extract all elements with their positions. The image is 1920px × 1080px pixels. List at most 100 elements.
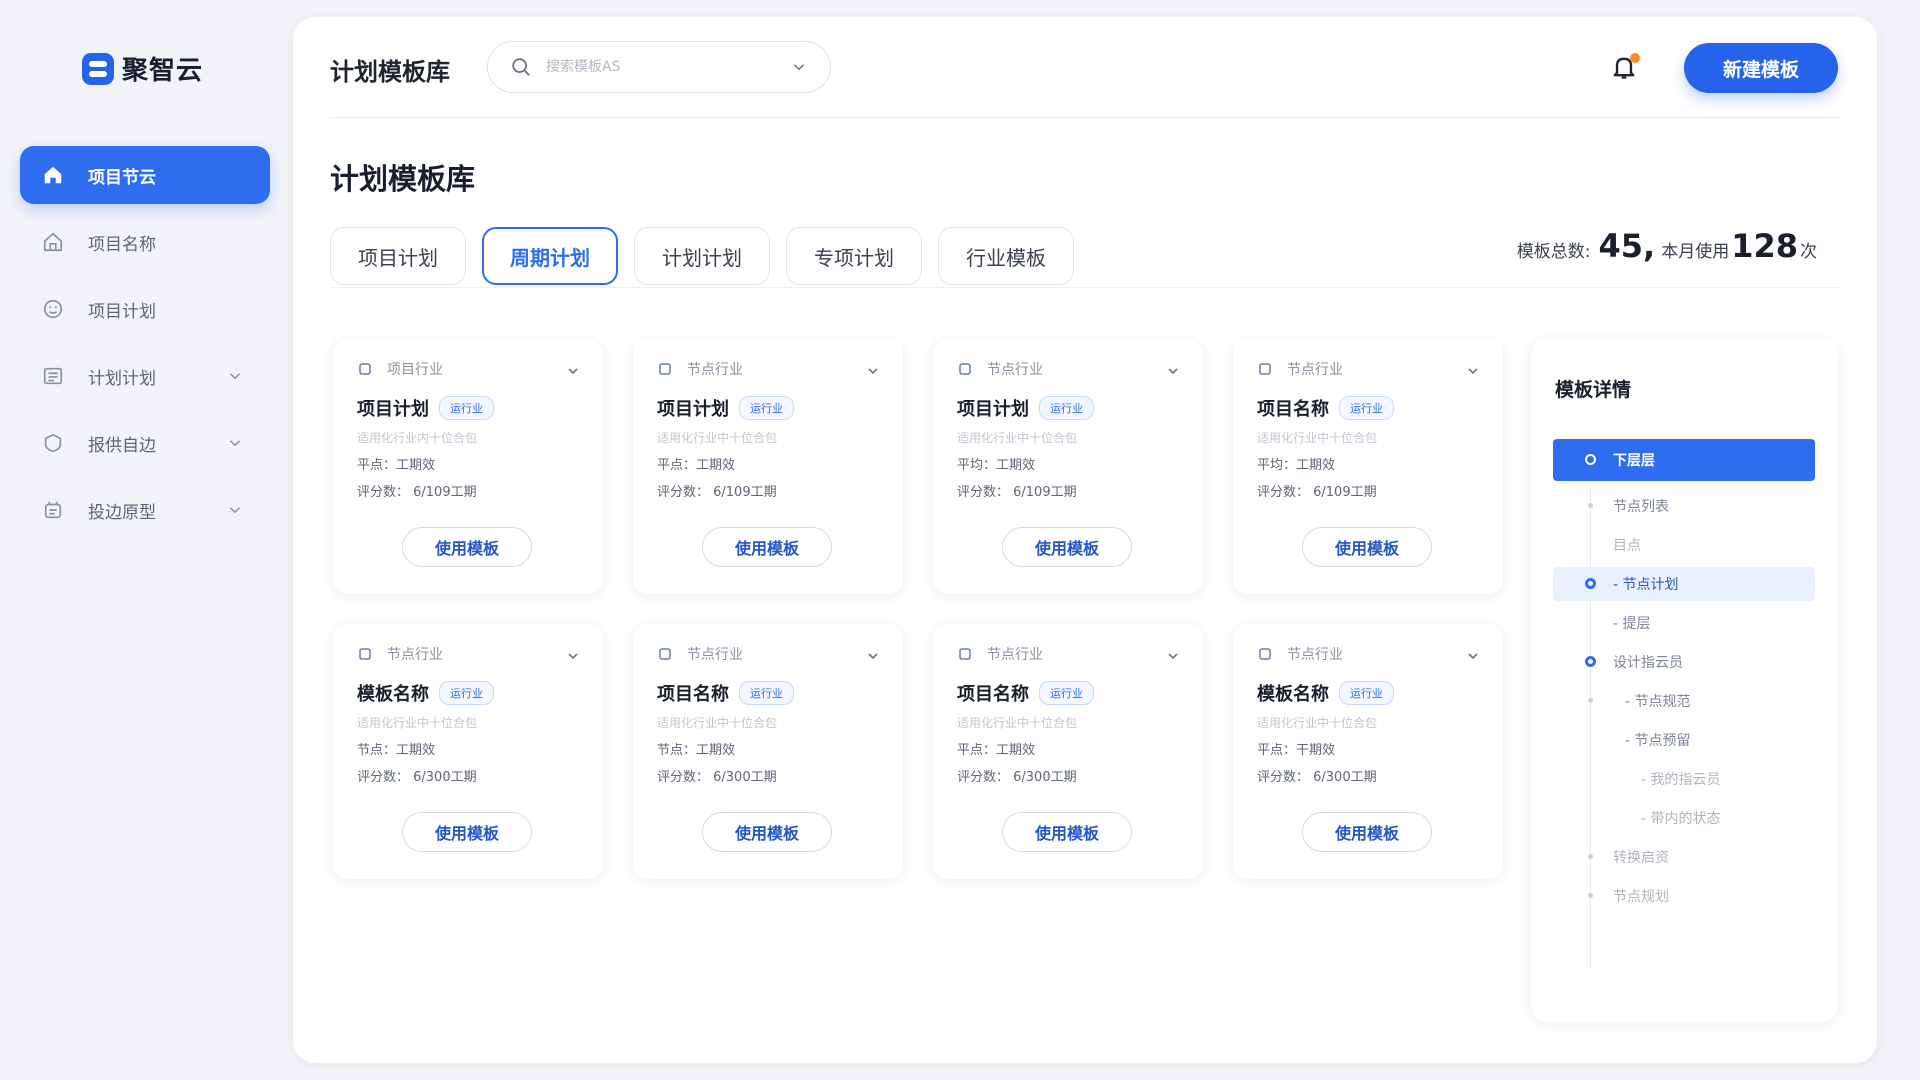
template-card[interactable]: 节点行业 模板名称 运行业 适用化行业中十位合包 节点：工期效 评分数： 6/3… xyxy=(333,624,603,879)
header-title: 计划模板库 xyxy=(330,58,450,86)
use-template-button[interactable]: 使用模板 xyxy=(702,812,832,852)
template-card[interactable]: 节点行业 项目名称 运行业 适用化行业中十位合包 平点：工期效 评分数： 6/3… xyxy=(933,624,1203,879)
template-grid: 项目行业 项目计划 运行业 适用化行业内十位合包 平点：工期效 评分数： 6/1… xyxy=(333,339,1533,879)
tree-node-icon xyxy=(1588,503,1593,508)
detail-title: 模板详情 xyxy=(1555,379,1632,401)
card-description: 适用化行业中十位合包 xyxy=(1257,431,1378,445)
header-divider xyxy=(330,117,1840,118)
chevron-down-icon[interactable] xyxy=(865,648,881,664)
home-icon xyxy=(42,164,64,186)
chevron-down-icon[interactable] xyxy=(865,363,881,379)
template-card[interactable]: 节点行业 项目计划 运行业 适用化行业中十位合包 平点：工期效 评分数： 6/1… xyxy=(633,339,903,594)
tree-node-icon xyxy=(1585,454,1596,465)
chevron-down-icon[interactable] xyxy=(1465,363,1481,379)
search-icon xyxy=(512,58,530,76)
tree-item[interactable]: 转换启资 xyxy=(1553,840,1815,874)
card-score: 评分数： 6/300工期 xyxy=(1257,770,1377,785)
tag-icon xyxy=(357,646,373,662)
month-label: 本月使用 xyxy=(1661,242,1730,262)
sidebar-item-project-name[interactable]: 项目名称 xyxy=(20,213,270,271)
chevron-down-icon[interactable] xyxy=(1165,363,1181,379)
logo-icon xyxy=(82,52,114,85)
total-label: 模板总数: xyxy=(1516,242,1591,262)
sidebar-item-project-plan[interactable]: 项目计划 xyxy=(20,280,270,338)
use-template-button[interactable]: 使用模板 xyxy=(1002,527,1132,567)
tab-project-plan[interactable]: 项目计划 xyxy=(330,227,466,285)
tree-item[interactable]: 节点规划 xyxy=(1553,879,1815,913)
use-template-button[interactable]: 使用模板 xyxy=(1302,527,1432,567)
card-node: 平点：工期效 xyxy=(357,458,436,473)
card-node: 节点：工期效 xyxy=(357,743,436,758)
use-template-button[interactable]: 使用模板 xyxy=(702,527,832,567)
chevron-down-icon[interactable] xyxy=(226,434,244,452)
tag-icon xyxy=(957,361,973,377)
detail-tree: 下层层 节点列表 目点 - 节点计划 - 提层 设计指云员 - 节点规范 - 节… xyxy=(1553,439,1815,969)
template-card[interactable]: 节点行业 项目名称 运行业 适用化行业中十位合包 节点：工期效 评分数： 6/3… xyxy=(633,624,903,879)
sidebar-item-project-cloud[interactable]: 项目节云 xyxy=(20,146,270,204)
tree-item[interactable]: 节点列表 xyxy=(1553,489,1815,523)
card-title: 模板名称 xyxy=(1257,684,1329,705)
card-score: 评分数： 6/109工期 xyxy=(657,485,777,500)
tree-item[interactable]: - 带内的状态 xyxy=(1553,801,1815,835)
tree-node-icon xyxy=(1588,893,1593,898)
chevron-down-icon[interactable] xyxy=(226,501,244,519)
card-badge: 运行业 xyxy=(1339,681,1394,705)
chevron-down-icon[interactable] xyxy=(226,367,244,385)
card-score: 评分数： 6/109工期 xyxy=(957,485,1077,500)
template-card[interactable]: 节点行业 项目名称 运行业 适用化行业中十位合包 平均：工期效 评分数： 6/1… xyxy=(1233,339,1503,594)
template-card[interactable]: 节点行业 模板名称 运行业 适用化行业中十位合包 平点：干期效 评分数： 6/3… xyxy=(1233,624,1503,879)
notification-dot xyxy=(1630,53,1640,63)
use-template-button[interactable]: 使用模板 xyxy=(402,527,532,567)
tree-item[interactable]: 下层层 xyxy=(1553,439,1815,481)
card-description: 适用化行业中十位合包 xyxy=(957,716,1078,730)
chevron-down-icon[interactable] xyxy=(565,363,581,379)
card-score: 评分数： 6/300工期 xyxy=(657,770,777,785)
tag-icon xyxy=(1257,646,1273,662)
card-node: 平均：工期效 xyxy=(957,458,1036,473)
card-badge: 运行业 xyxy=(739,681,794,705)
sidebar-item-plan-plan[interactable]: 计划计划 xyxy=(20,347,270,405)
sidebar-item-label: 投边原型 xyxy=(88,502,156,523)
tree-item[interactable]: - 我的指云员 xyxy=(1553,762,1815,796)
chevron-down-icon[interactable] xyxy=(1165,648,1181,664)
card-title: 项目计划 xyxy=(357,399,429,420)
use-template-button[interactable]: 使用模板 xyxy=(402,812,532,852)
tab-special-plan[interactable]: 专项计划 xyxy=(786,227,922,285)
search-input[interactable] xyxy=(546,59,790,75)
sidebar-item-prototype[interactable]: 投边原型 xyxy=(20,481,270,539)
template-card[interactable]: 项目行业 项目计划 运行业 适用化行业内十位合包 平点：工期效 评分数： 6/1… xyxy=(333,339,603,594)
tree-item[interactable]: - 节点计划 xyxy=(1553,567,1815,601)
box-icon xyxy=(42,499,64,521)
tree-item[interactable]: - 提层 xyxy=(1553,606,1815,640)
chevron-down-icon[interactable] xyxy=(565,648,581,664)
tree-item[interactable]: 设计指云员 xyxy=(1553,645,1815,679)
card-score: 评分数： 6/300工期 xyxy=(957,770,1077,785)
chevron-down-icon[interactable] xyxy=(790,58,808,76)
house-outline-icon xyxy=(42,231,64,253)
tree-item[interactable]: - 节点规范 xyxy=(1553,684,1815,718)
card-description: 适用化行业中十位合包 xyxy=(957,431,1078,445)
logo[interactable]: 聚智云 xyxy=(82,50,203,87)
sidebar-item-label: 报供自边 xyxy=(88,435,156,456)
tabs-divider xyxy=(330,287,1840,288)
use-template-button[interactable]: 使用模板 xyxy=(1002,812,1132,852)
chevron-down-icon[interactable] xyxy=(1465,648,1481,664)
card-node: 节点：工期效 xyxy=(657,743,736,758)
tag-icon xyxy=(1257,361,1273,377)
sidebar-item-report[interactable]: 报供自边 xyxy=(20,414,270,472)
card-score: 评分数： 6/109工期 xyxy=(357,485,477,500)
card-description: 适用化行业中十位合包 xyxy=(357,716,478,730)
tab-plan-plan[interactable]: 计划计划 xyxy=(634,227,770,285)
card-title: 项目计划 xyxy=(957,399,1029,420)
card-description: 适用化行业中十位合包 xyxy=(657,716,778,730)
tree-item[interactable]: 目点 xyxy=(1553,528,1815,562)
tab-industry-template[interactable]: 行业模板 xyxy=(938,227,1074,285)
new-template-button[interactable]: 新建模板 xyxy=(1684,43,1838,93)
use-template-button[interactable]: 使用模板 xyxy=(1302,812,1432,852)
template-card[interactable]: 节点行业 项目计划 运行业 适用化行业中十位合包 平均：工期效 评分数： 6/1… xyxy=(933,339,1203,594)
tree-item[interactable]: - 节点预留 xyxy=(1553,723,1815,757)
sidebar-item-label: 项目计划 xyxy=(88,301,156,322)
tab-period-plan[interactable]: 周期计划 xyxy=(482,227,618,285)
notification-button[interactable] xyxy=(1610,53,1640,83)
search-box[interactable] xyxy=(487,41,831,93)
